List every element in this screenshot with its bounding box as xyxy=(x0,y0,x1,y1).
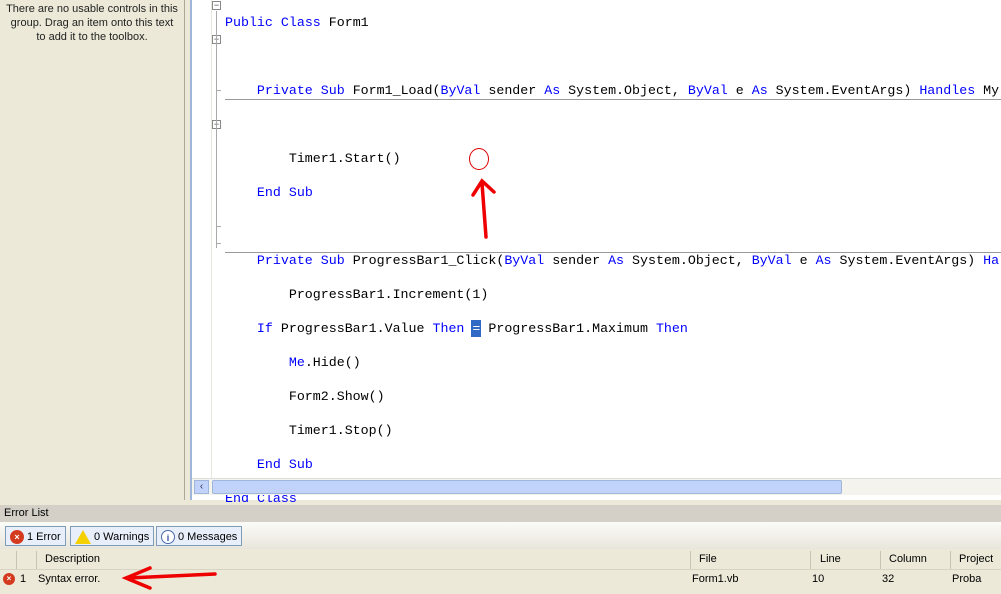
kw: Handles xyxy=(919,83,976,98)
kw: As xyxy=(751,83,768,98)
kw: ByVal xyxy=(751,253,792,268)
code: System.Object, xyxy=(560,83,688,98)
outline-tick xyxy=(216,90,221,91)
code: Form1 xyxy=(320,15,369,30)
code: Form1_Load( xyxy=(344,83,441,98)
outline-guide xyxy=(216,11,217,248)
code: System.EventArgs) xyxy=(767,83,920,98)
kw: If xyxy=(256,321,273,336)
scrollbar-thumb[interactable] xyxy=(212,480,842,494)
error-icon: × xyxy=(3,573,15,585)
warnings-label: 0 Warnings xyxy=(94,531,150,543)
info-icon: i xyxy=(161,530,175,544)
kw: As xyxy=(544,83,561,98)
column-line[interactable]: Line xyxy=(820,553,841,565)
kw: Ha xyxy=(983,253,1000,268)
kw: End xyxy=(256,457,281,472)
code: System.EventArgs) xyxy=(831,253,984,268)
error-list-toolbar: × 1 Error 0 Warnings i0 Messages xyxy=(0,522,1001,549)
column-file[interactable]: File xyxy=(699,553,717,565)
toolbox-panel: There are no usable controls in this gro… xyxy=(0,0,185,500)
outline-tick xyxy=(216,243,221,244)
column-column[interactable]: Column xyxy=(889,553,927,565)
red-arrow-annotation xyxy=(121,566,217,590)
code: e xyxy=(791,253,816,268)
kw: Private xyxy=(256,253,313,268)
kw: Then xyxy=(432,321,465,336)
red-circle-annotation xyxy=(469,148,489,170)
horizontal-scrollbar[interactable]: ‹ xyxy=(192,478,1001,495)
code: Timer1.Start() xyxy=(288,151,401,166)
code: Form2.Show() xyxy=(288,389,385,404)
error-project: Proba xyxy=(952,573,982,585)
error-number: 1 xyxy=(20,573,27,585)
code: ProgressBar1.Maximum xyxy=(480,321,656,336)
code: Timer1.Stop() xyxy=(288,423,393,438)
kw: As xyxy=(608,253,625,268)
code: ProgressBar1.Increment(1) xyxy=(288,287,489,302)
kw: Sub xyxy=(288,185,313,200)
code: .Hide() xyxy=(304,355,361,370)
toolbox-empty-text[interactable]: There are no usable controls in this gro… xyxy=(0,0,184,46)
kw: As xyxy=(815,253,832,268)
kw: Sub xyxy=(320,83,345,98)
outline-tick xyxy=(216,226,221,227)
code: sender xyxy=(480,83,545,98)
errors-label: 1 Error xyxy=(27,531,61,543)
kw: End xyxy=(256,185,281,200)
kw: Then xyxy=(655,321,688,336)
column-project[interactable]: Project xyxy=(959,553,993,565)
kw: ByVal xyxy=(687,83,728,98)
kw: Sub xyxy=(320,253,345,268)
kw: ByVal xyxy=(504,253,545,268)
column-description[interactable]: Description xyxy=(45,553,100,565)
code: sender xyxy=(544,253,609,268)
code: System.Object, xyxy=(624,253,752,268)
code-text[interactable]: Public Class Form1 Private Sub Form1_Loa… xyxy=(225,0,999,524)
code: ProgressBar1.Value xyxy=(272,321,433,336)
code: My xyxy=(975,83,1000,98)
error-icon: × xyxy=(10,530,24,544)
code: e xyxy=(727,83,752,98)
warnings-filter-button[interactable]: 0 Warnings xyxy=(70,526,155,546)
kw: Class xyxy=(280,15,321,30)
warning-icon xyxy=(75,530,91,544)
scroll-left-icon[interactable]: ‹ xyxy=(194,480,209,494)
error-line: 10 xyxy=(812,573,825,585)
kw: Public xyxy=(225,15,273,30)
kw: Me xyxy=(288,355,305,370)
red-arrow-annotation xyxy=(471,178,496,239)
messages-filter-button[interactable]: i0 Messages xyxy=(156,526,243,546)
errors-filter-button[interactable]: × 1 Error xyxy=(5,526,66,546)
kw: Sub xyxy=(288,457,313,472)
editor-gutter xyxy=(192,0,212,478)
collapse-class-icon[interactable]: − xyxy=(212,1,221,10)
kw: ByVal xyxy=(440,83,481,98)
error-description: Syntax error. xyxy=(38,573,101,585)
error-file: Form1.vb xyxy=(692,573,739,585)
messages-label: 0 Messages xyxy=(178,531,238,543)
code: ProgressBar1_Click( xyxy=(344,253,505,268)
error-list-title: Error List xyxy=(0,505,1001,522)
kw: Private xyxy=(256,83,313,98)
error-column: 32 xyxy=(882,573,895,585)
